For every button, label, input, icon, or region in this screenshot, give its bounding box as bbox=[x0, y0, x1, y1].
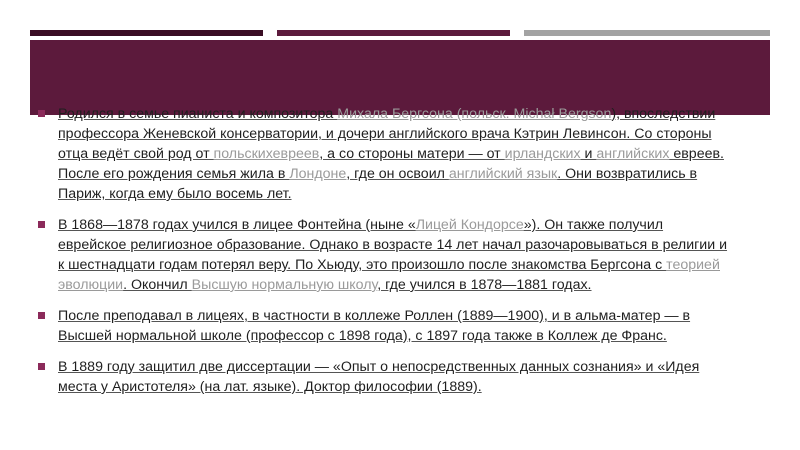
top-accent-bars bbox=[30, 30, 770, 36]
paragraph-text: В 1868—1878 годах учился в лицее Фонтейн… bbox=[58, 217, 416, 233]
paragraph-text: . Окончил bbox=[123, 277, 192, 293]
bullet-square-icon bbox=[38, 312, 45, 319]
bullet-paragraph-2: В 1868—1878 годах учился в лицее Фонтейн… bbox=[38, 215, 728, 295]
bullet-square-icon bbox=[38, 110, 45, 117]
inline-link[interactable]: Высшую нормальную школу bbox=[192, 277, 378, 293]
slide-body: Родился в семье пианиста и композитора М… bbox=[38, 104, 728, 408]
accent-bar-purple bbox=[277, 30, 510, 36]
paragraph-text: , где он освоил bbox=[346, 166, 449, 182]
inline-link[interactable]: Лицей Кондорсе bbox=[416, 217, 524, 233]
paragraph-text: , где учился в 1878—1881 годах. bbox=[377, 277, 592, 293]
bullet-square-icon bbox=[38, 363, 45, 370]
bullet-paragraph-1: Родился в семье пианиста и композитора М… bbox=[38, 104, 728, 204]
bullet-square-icon bbox=[38, 221, 45, 228]
accent-bar-dark bbox=[30, 30, 263, 36]
paragraph-text: После преподавал в лицеях, в частности в… bbox=[58, 308, 691, 344]
inline-link[interactable]: ирландских bbox=[505, 146, 581, 162]
bullet-paragraph-4: В 1889 году защитил две диссертации — «О… bbox=[38, 357, 728, 397]
paragraph-text: , а со стороны матери — от bbox=[319, 146, 505, 162]
bullet-paragraph-3: После преподавал в лицеях, в частности в… bbox=[38, 306, 728, 346]
paragraph-text: В 1889 году защитил две диссертации — «О… bbox=[58, 359, 700, 395]
inline-link[interactable]: английских bbox=[596, 146, 669, 162]
inline-link[interactable]: польскихевреев bbox=[214, 146, 320, 162]
inline-link[interactable]: Лондоне bbox=[289, 166, 346, 182]
paragraph-text: Родился в семье пианиста и композитора bbox=[58, 106, 338, 122]
paragraph-text: и bbox=[580, 146, 597, 162]
inline-link[interactable]: Михала Бергсона (польск. Michał Bergson bbox=[337, 106, 611, 122]
accent-bar-gray bbox=[524, 30, 770, 36]
inline-link[interactable]: английский язык bbox=[449, 166, 557, 182]
